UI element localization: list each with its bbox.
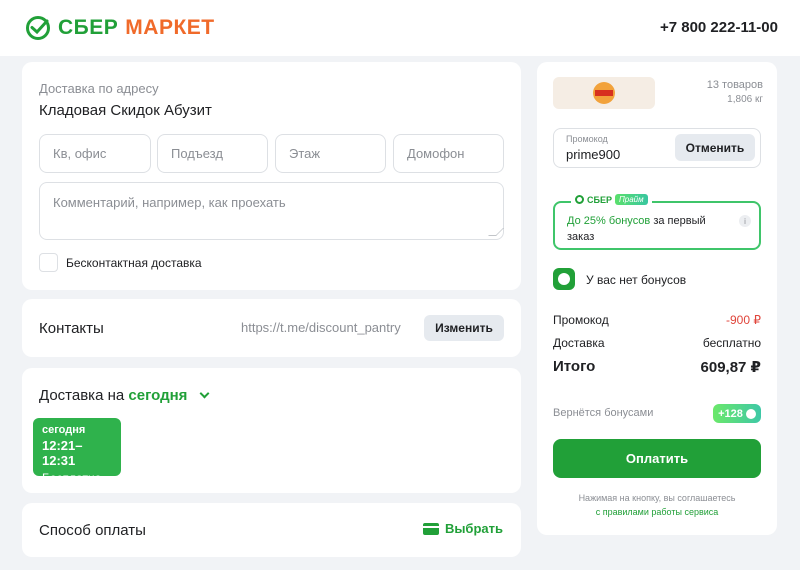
address-caption: Доставка по адресу xyxy=(39,81,159,96)
sber-logo-icon xyxy=(575,195,584,204)
sber-prime-tag: СБЕР Прайм xyxy=(571,194,652,205)
contactless-label[interactable]: Бесконтактная доставка xyxy=(66,256,202,270)
prime-badge: Прайм xyxy=(614,194,648,205)
legal-notice: Нажимая на кнопку, вы соглашаетесь с пра… xyxy=(553,491,761,519)
summary-row-total: Итого 609,87 ₽ xyxy=(553,358,761,376)
delivery-card: Доставка на сегодня сегодня 12:21–12:31 … xyxy=(22,368,521,493)
total-label: Итого xyxy=(553,358,596,375)
delivery-day-selector[interactable]: Доставка на сегодня xyxy=(39,387,210,404)
entrance-field[interactable]: Подъезд xyxy=(157,134,268,173)
change-contacts-button[interactable]: Изменить xyxy=(424,315,504,341)
address-card: Доставка по адресу Кладовая Скидок Абузи… xyxy=(22,62,521,290)
contacts-value: https://t.me/discount_pantry xyxy=(241,320,401,335)
bonus-return-value: +128 xyxy=(718,407,743,420)
contacts-card: Контакты https://t.me/discount_pantry Из… xyxy=(22,299,521,357)
sber-bonus-icon xyxy=(553,268,575,290)
sbermarket-logo[interactable]: СБЕР МАРКЕТ xyxy=(25,15,215,41)
payment-card: Способ оплаты Выбрать xyxy=(22,503,521,557)
contacts-title: Контакты xyxy=(39,320,104,337)
total-value: 609,87 ₽ xyxy=(700,359,761,376)
contactless-checkbox[interactable] xyxy=(39,253,58,272)
info-icon[interactable]: i xyxy=(739,215,751,227)
legal-text: Нажимая на кнопку, вы соглашаетесь xyxy=(578,493,736,503)
chevron-down-icon xyxy=(199,388,210,399)
comment-placeholder: Комментарий, например, как проехать xyxy=(53,195,286,210)
slot-time: 12:21–12:31 xyxy=(42,438,83,468)
summary-row-promo: Промокод -900 ₽ xyxy=(553,313,761,327)
intercom-field[interactable]: Домофон xyxy=(393,134,504,173)
burger-king-logo-icon xyxy=(593,82,615,104)
header: СБЕР МАРКЕТ +7 800 222-11-00 xyxy=(0,0,800,56)
terms-link[interactable]: с правилами работы сервиса xyxy=(596,507,719,517)
prime-offer-text: До 25% бонусов за первый заказ xyxy=(567,213,732,245)
bonus-coin-icon xyxy=(745,408,756,419)
promo-code-value: prime900 xyxy=(566,147,621,162)
order-summary-panel: 13 товаров 1,806 кг Промокод prime900 От… xyxy=(537,62,777,535)
slot-price: Бесплатно xyxy=(42,471,102,485)
cancel-promo-button[interactable]: Отменить xyxy=(675,134,755,161)
sber-prime-banner[interactable]: СБЕР Прайм До 25% бонусов за первый зака… xyxy=(553,194,761,250)
support-phone[interactable]: +7 800 222-11-00 xyxy=(660,19,778,36)
summary-value: -900 ₽ xyxy=(726,313,761,327)
resize-grip-icon[interactable] xyxy=(488,228,504,236)
brand-sber: СБЕР xyxy=(58,16,119,39)
summary-value: бесплатно xyxy=(702,336,761,350)
apartment-field[interactable]: Кв, офис xyxy=(39,134,151,173)
store-badge xyxy=(553,77,655,109)
bonus-return-label: Вернётся бонусами xyxy=(553,407,654,419)
order-weight: 1,806 кг xyxy=(727,94,763,105)
choose-payment-button[interactable]: Выбрать xyxy=(422,521,503,536)
delivery-title-prefix: Доставка на xyxy=(39,387,125,404)
summary-row-delivery: Доставка бесплатно xyxy=(553,336,761,350)
slot-day: сегодня xyxy=(42,424,86,436)
wallet-icon xyxy=(422,522,439,535)
summary-label: Промокод xyxy=(553,313,609,327)
address-value[interactable]: Кладовая Скидок Абузит xyxy=(39,102,212,119)
bonus-return-badge: +128 xyxy=(713,404,761,423)
choose-payment-label: Выбрать xyxy=(444,521,503,536)
brand-market: МАРКЕТ xyxy=(125,16,215,39)
order-items-count: 13 товаров xyxy=(706,79,763,91)
comment-textarea[interactable]: Комментарий, например, как проехать xyxy=(39,182,504,240)
floor-field[interactable]: Этаж xyxy=(275,134,386,173)
delivery-title-day: сегодня xyxy=(128,387,188,404)
pay-button[interactable]: Оплатить xyxy=(553,439,761,478)
prime-brand: СБЕР xyxy=(587,194,612,205)
summary-label: Доставка xyxy=(553,336,605,350)
promo-code-field[interactable]: Промокод prime900 Отменить xyxy=(553,128,761,168)
sber-logo-icon xyxy=(26,16,50,40)
prime-offer-lead: До 25% бонусов xyxy=(567,215,651,227)
delivery-slot[interactable]: сегодня 12:21–12:31 Бесплатно xyxy=(33,418,121,485)
bonus-balance-text: У вас нет бонусов xyxy=(586,273,687,287)
payment-title: Способ оплаты xyxy=(39,522,146,539)
promo-label: Промокод xyxy=(566,134,608,144)
